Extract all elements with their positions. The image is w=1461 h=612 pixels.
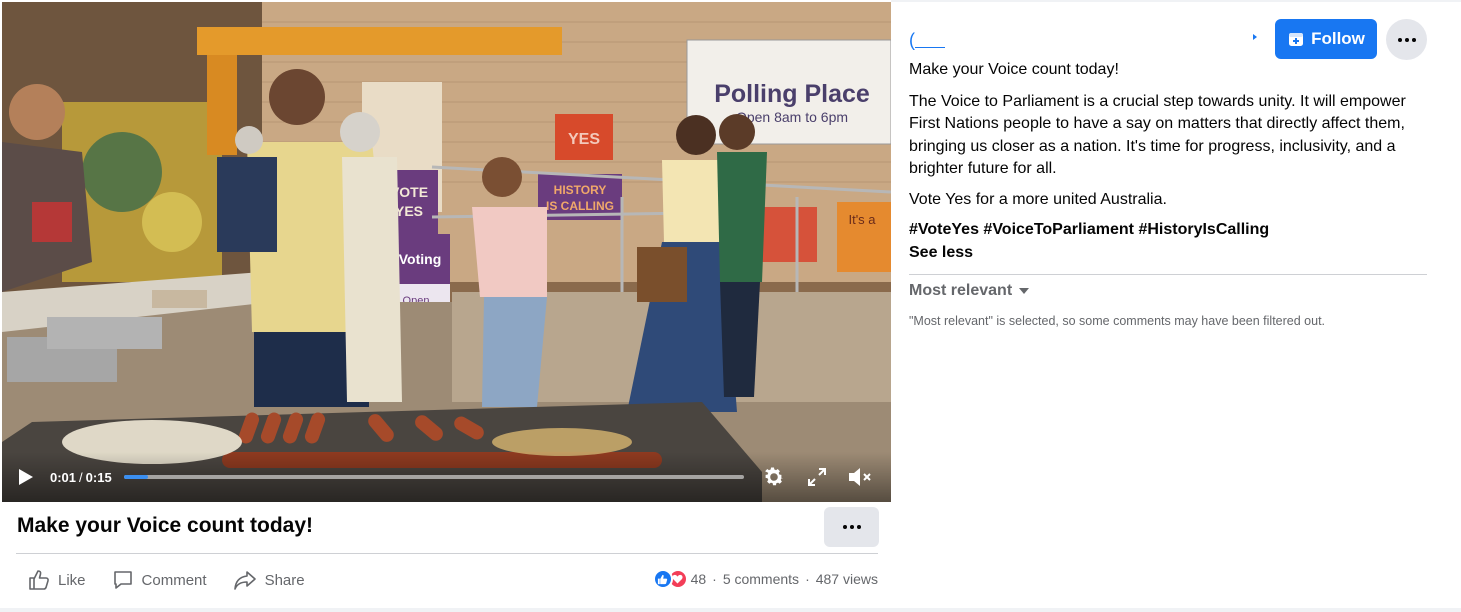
caption-cta: Vote Yes for a more united Australia. [909,190,1167,208]
divider [16,553,878,554]
hashtag-link[interactable]: #HistoryIsCalling [1138,221,1269,238]
heart-icon [672,574,683,584]
svg-text:IS CALLING: IS CALLING [546,199,614,213]
filter-note: "Most relevant" is selected, so some com… [909,314,1326,328]
video-controls: 0:01/0:15 [2,452,891,502]
reactions-count[interactable]: 48 [691,571,707,587]
caption-body: The Voice to Parliament is a crucial ste… [909,92,1406,178]
video-frame: Polling Place Open 8am to 6pm YES HISTOR… [2,2,891,502]
more-icon [842,525,861,529]
settings-button[interactable] [761,464,787,490]
post-title: Make your Voice count today! [17,514,313,537]
pane-border [891,0,1461,2]
author-caret-icon [1253,34,1257,40]
hashtag-link[interactable]: #VoteYes [909,221,979,238]
share-icon [233,571,256,590]
like-label: Like [58,571,86,589]
fullscreen-icon [807,468,826,486]
comment-label: Comment [141,571,207,589]
comment-icon [113,571,132,589]
page-bottom-border [0,608,1461,612]
like-reaction-icon[interactable] [652,569,673,589]
follow-icon [1289,33,1304,46]
mute-button[interactable] [847,464,873,490]
svg-text:YES: YES [568,131,600,148]
svg-text:Voting: Voting [399,251,442,267]
hashtag-link[interactable]: #VoiceToParliament [983,221,1134,238]
follow-button[interactable]: Follow [1275,19,1377,59]
progress-fill [123,475,149,479]
stats-separator: · [805,571,810,587]
like-icon [29,570,49,590]
thumbs-up-icon [657,574,668,584]
svg-text:It's a: It's a [848,212,876,227]
share-label: Share [264,571,305,589]
svg-text:Open 8am to 6pm: Open 8am to 6pm [736,109,848,125]
see-less-link[interactable]: See less [909,242,973,265]
fullscreen-button[interactable] [804,464,830,490]
post-actions: Like Comment Share [28,569,331,591]
more-icon [1397,37,1416,42]
time-separator: / [79,469,83,485]
comments-sort-dropdown[interactable]: Most relevant [909,282,1030,300]
stats-separator: · [712,571,717,587]
time-display: 0:01/0:15 [50,470,112,485]
follow-label: Follow [1311,29,1365,48]
play-button[interactable] [18,467,38,487]
author-name-link[interactable]: ( [909,30,1259,50]
post-stats: 48 · 5 comments · 487 views [652,569,878,589]
share-button[interactable]: Share [233,569,305,591]
caret-down-icon [1019,288,1030,294]
video-player[interactable]: Polling Place Open 8am to 6pm YES HISTOR… [2,2,891,502]
views-count: 487 views [815,571,878,587]
svg-text:HISTORY: HISTORY [554,183,607,197]
caption-headline: Make your Voice count today! [909,61,1119,78]
current-time: 0:01 [50,469,77,485]
post-more-button[interactable] [824,507,879,547]
settings-icon [764,467,784,486]
comment-button[interactable]: Comment [112,569,207,591]
sidebar-more-button[interactable] [1386,19,1427,60]
comments-count[interactable]: 5 comments [723,571,799,587]
like-button[interactable]: Like [28,569,86,591]
polling-place-text: Polling Place [714,80,870,108]
post-caption: Make your Voice count today! The Voice t… [909,59,1429,264]
duration: 0:15 [85,469,112,485]
divider [909,274,1427,275]
sort-label: Most relevant [909,282,1013,299]
muted-icon [848,468,871,486]
svg-text:YES: YES [395,203,423,219]
author-link-underline [915,47,945,48]
progress-bar[interactable] [123,475,744,479]
hashtags: #VoteYes #VoiceToParliament #HistoryIsCa… [909,219,1429,242]
play-icon [19,469,33,485]
